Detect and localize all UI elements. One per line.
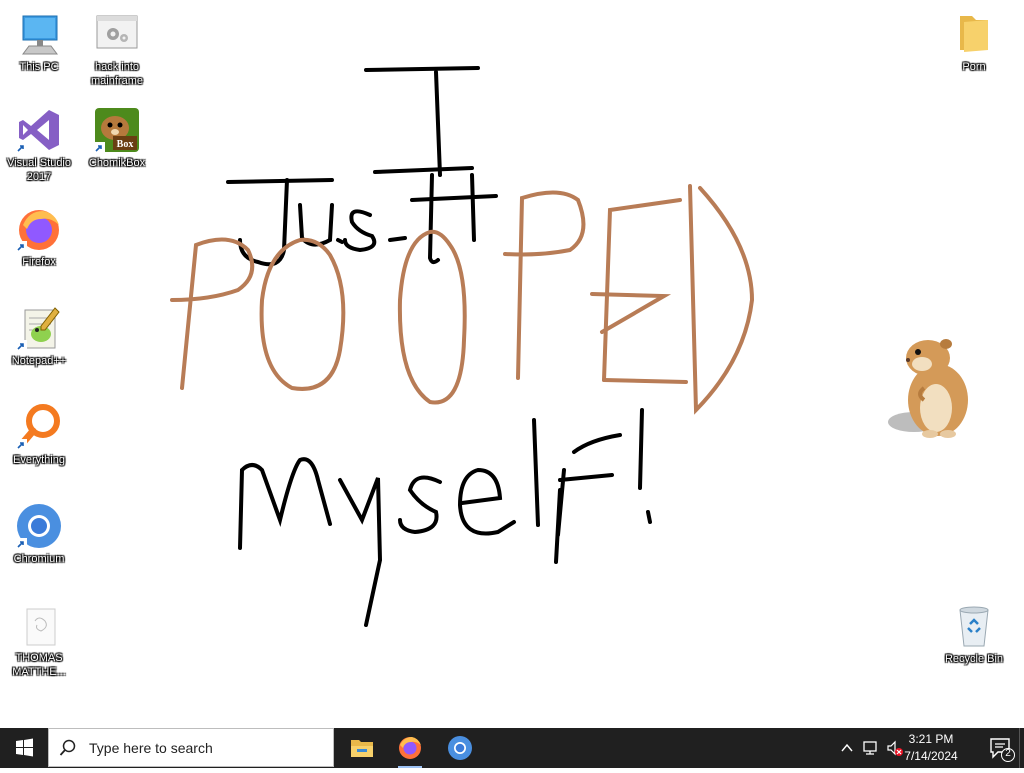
desktop-icon-label: THOMAS MATTHE...: [12, 652, 66, 678]
desktop-icon-this-pc[interactable]: This PC: [0, 10, 78, 74]
desktop-icon-label: Chromium: [13, 553, 65, 565]
desktop-icon-chomikbox[interactable]: Box ChomikBox: [78, 106, 156, 170]
file-explorer-icon: [351, 740, 373, 757]
taskbar-clock[interactable]: 3:21 PM 7/14/2024: [896, 731, 966, 765]
chomikbox-icon: Box: [93, 106, 141, 154]
desktop-icon-label: ChomikBox: [88, 157, 146, 169]
search-input[interactable]: Type here to search: [48, 728, 334, 767]
shortcut-arrow-icon: [93, 142, 105, 154]
search-placeholder: Type here to search: [89, 740, 213, 756]
action-center-button[interactable]: 2: [988, 736, 1016, 762]
desktop-icon-label: This PC: [19, 61, 59, 73]
svg-text:Box: Box: [117, 139, 134, 150]
search-icon: [59, 739, 76, 756]
chromium-icon: [448, 736, 472, 760]
desktop-icon-thomas-document[interactable]: THOMAS MATTHE...: [0, 601, 78, 679]
shortcut-arrow-icon: [15, 142, 27, 154]
desktop-icon-firefox[interactable]: Firefox: [0, 205, 78, 269]
desktop-icon-recycle-bin[interactable]: Recycle Bin: [935, 602, 1013, 666]
notification-count: 2: [1005, 748, 1011, 759]
taskbar: Type here to search 3:21 PM 7/14/2024 2: [0, 728, 1024, 768]
network-icon[interactable]: [862, 738, 880, 758]
taskbar-chromium[interactable]: [436, 728, 484, 768]
everything-icon: [15, 403, 63, 451]
this-pc-icon: [15, 10, 63, 58]
hamster-icon[interactable]: [884, 334, 976, 440]
settings-window-icon: [93, 10, 141, 58]
clock-time: 3:21 PM: [908, 732, 954, 746]
desktop-icon-chromium[interactable]: Chromium: [0, 502, 78, 566]
desktop-icon-label: Everything: [13, 454, 65, 466]
windows-logo-icon: [16, 738, 33, 757]
desktop-icon-porn-folder[interactable]: Porn: [935, 10, 1013, 74]
recycle-bin-icon: [950, 602, 998, 650]
taskbar-firefox[interactable]: [386, 728, 434, 768]
document-icon: [15, 601, 63, 649]
handwriting-i: [364, 66, 480, 177]
visual-studio-icon: [15, 106, 63, 154]
desktop-icon-label: Recycle Bin: [944, 653, 1004, 665]
desktop-icon-label: Firefox: [22, 256, 56, 268]
shortcut-arrow-icon: [15, 340, 27, 352]
chevron-up-icon[interactable]: [838, 738, 856, 758]
desktop-icon-hack-into-mainframe[interactable]: hack into mainframe: [78, 10, 156, 88]
shortcut-arrow-icon: [15, 241, 27, 253]
desktop-icon-label: hack into mainframe: [91, 61, 143, 87]
folder-icon: [950, 10, 998, 58]
desktop-icon-label: Porn: [962, 61, 986, 73]
start-button[interactable]: [0, 728, 48, 768]
chromium-icon: [15, 502, 63, 550]
desktop-icon-visual-studio[interactable]: Visual Studio 2017: [0, 106, 78, 184]
taskbar-file-explorer[interactable]: [338, 728, 386, 768]
desktop-icon-everything[interactable]: Everything: [0, 403, 78, 467]
desktop-icon-notepad-plus-plus[interactable]: Notepad++: [0, 304, 78, 368]
shortcut-arrow-icon: [15, 439, 27, 451]
firefox-icon: [15, 205, 63, 253]
clock-date: 7/14/2024: [904, 749, 958, 763]
firefox-icon: [399, 737, 421, 759]
desktop-icon-label: Visual Studio 2017: [6, 157, 71, 183]
handwriting-pooped: [170, 184, 755, 415]
show-desktop-button[interactable]: [1019, 728, 1024, 768]
shortcut-arrow-icon: [15, 538, 27, 550]
handwriting-myself: [238, 408, 652, 627]
desktop-icon-label: Notepad++: [11, 355, 67, 367]
notepad-plus-plus-icon: [15, 304, 63, 352]
